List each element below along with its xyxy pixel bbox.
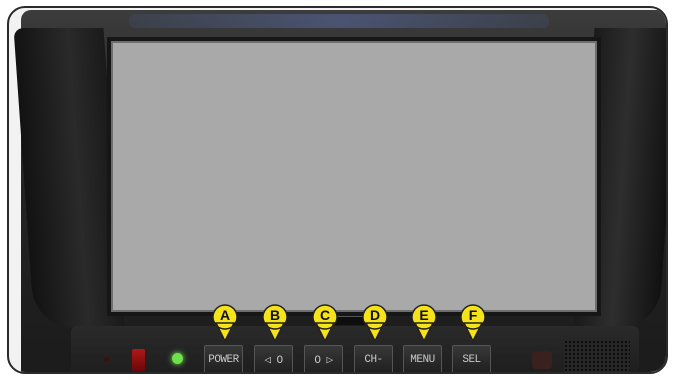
speaker-grille bbox=[564, 340, 630, 372]
callout-letter: A bbox=[219, 307, 231, 323]
select-button[interactable]: SEL bbox=[452, 345, 491, 372]
callout-letter: D bbox=[369, 307, 381, 323]
volume-up-button[interactable]: O ▷ bbox=[304, 345, 343, 372]
callout-letter: E bbox=[419, 307, 429, 323]
volume-down-button[interactable]: ◁ O bbox=[254, 345, 293, 372]
channel-down-button[interactable]: CH- bbox=[354, 345, 393, 372]
top-reflection bbox=[129, 14, 549, 28]
power-button[interactable]: POWER bbox=[204, 345, 243, 372]
callout-marker-e: E bbox=[409, 303, 439, 343]
red-switch[interactable] bbox=[132, 349, 145, 371]
callout-marker-d: D bbox=[360, 303, 390, 343]
callout-letter: F bbox=[468, 307, 478, 323]
callout-letter: B bbox=[269, 307, 281, 323]
display-screen bbox=[111, 41, 597, 312]
image-frame: POWER ◁ O O ▷ CH- MENU SEL A B C D E F bbox=[7, 6, 668, 374]
menu-button[interactable]: MENU bbox=[403, 345, 442, 372]
callout-marker-a: A bbox=[210, 303, 240, 343]
callout-marker-c: C bbox=[310, 303, 340, 343]
ir-sensor bbox=[104, 357, 109, 362]
callout-marker-f: F bbox=[458, 303, 488, 343]
power-led-indicator bbox=[172, 353, 183, 364]
control-knob[interactable] bbox=[532, 351, 552, 369]
callout-marker-b: B bbox=[260, 303, 290, 343]
callout-letter: C bbox=[319, 307, 331, 323]
